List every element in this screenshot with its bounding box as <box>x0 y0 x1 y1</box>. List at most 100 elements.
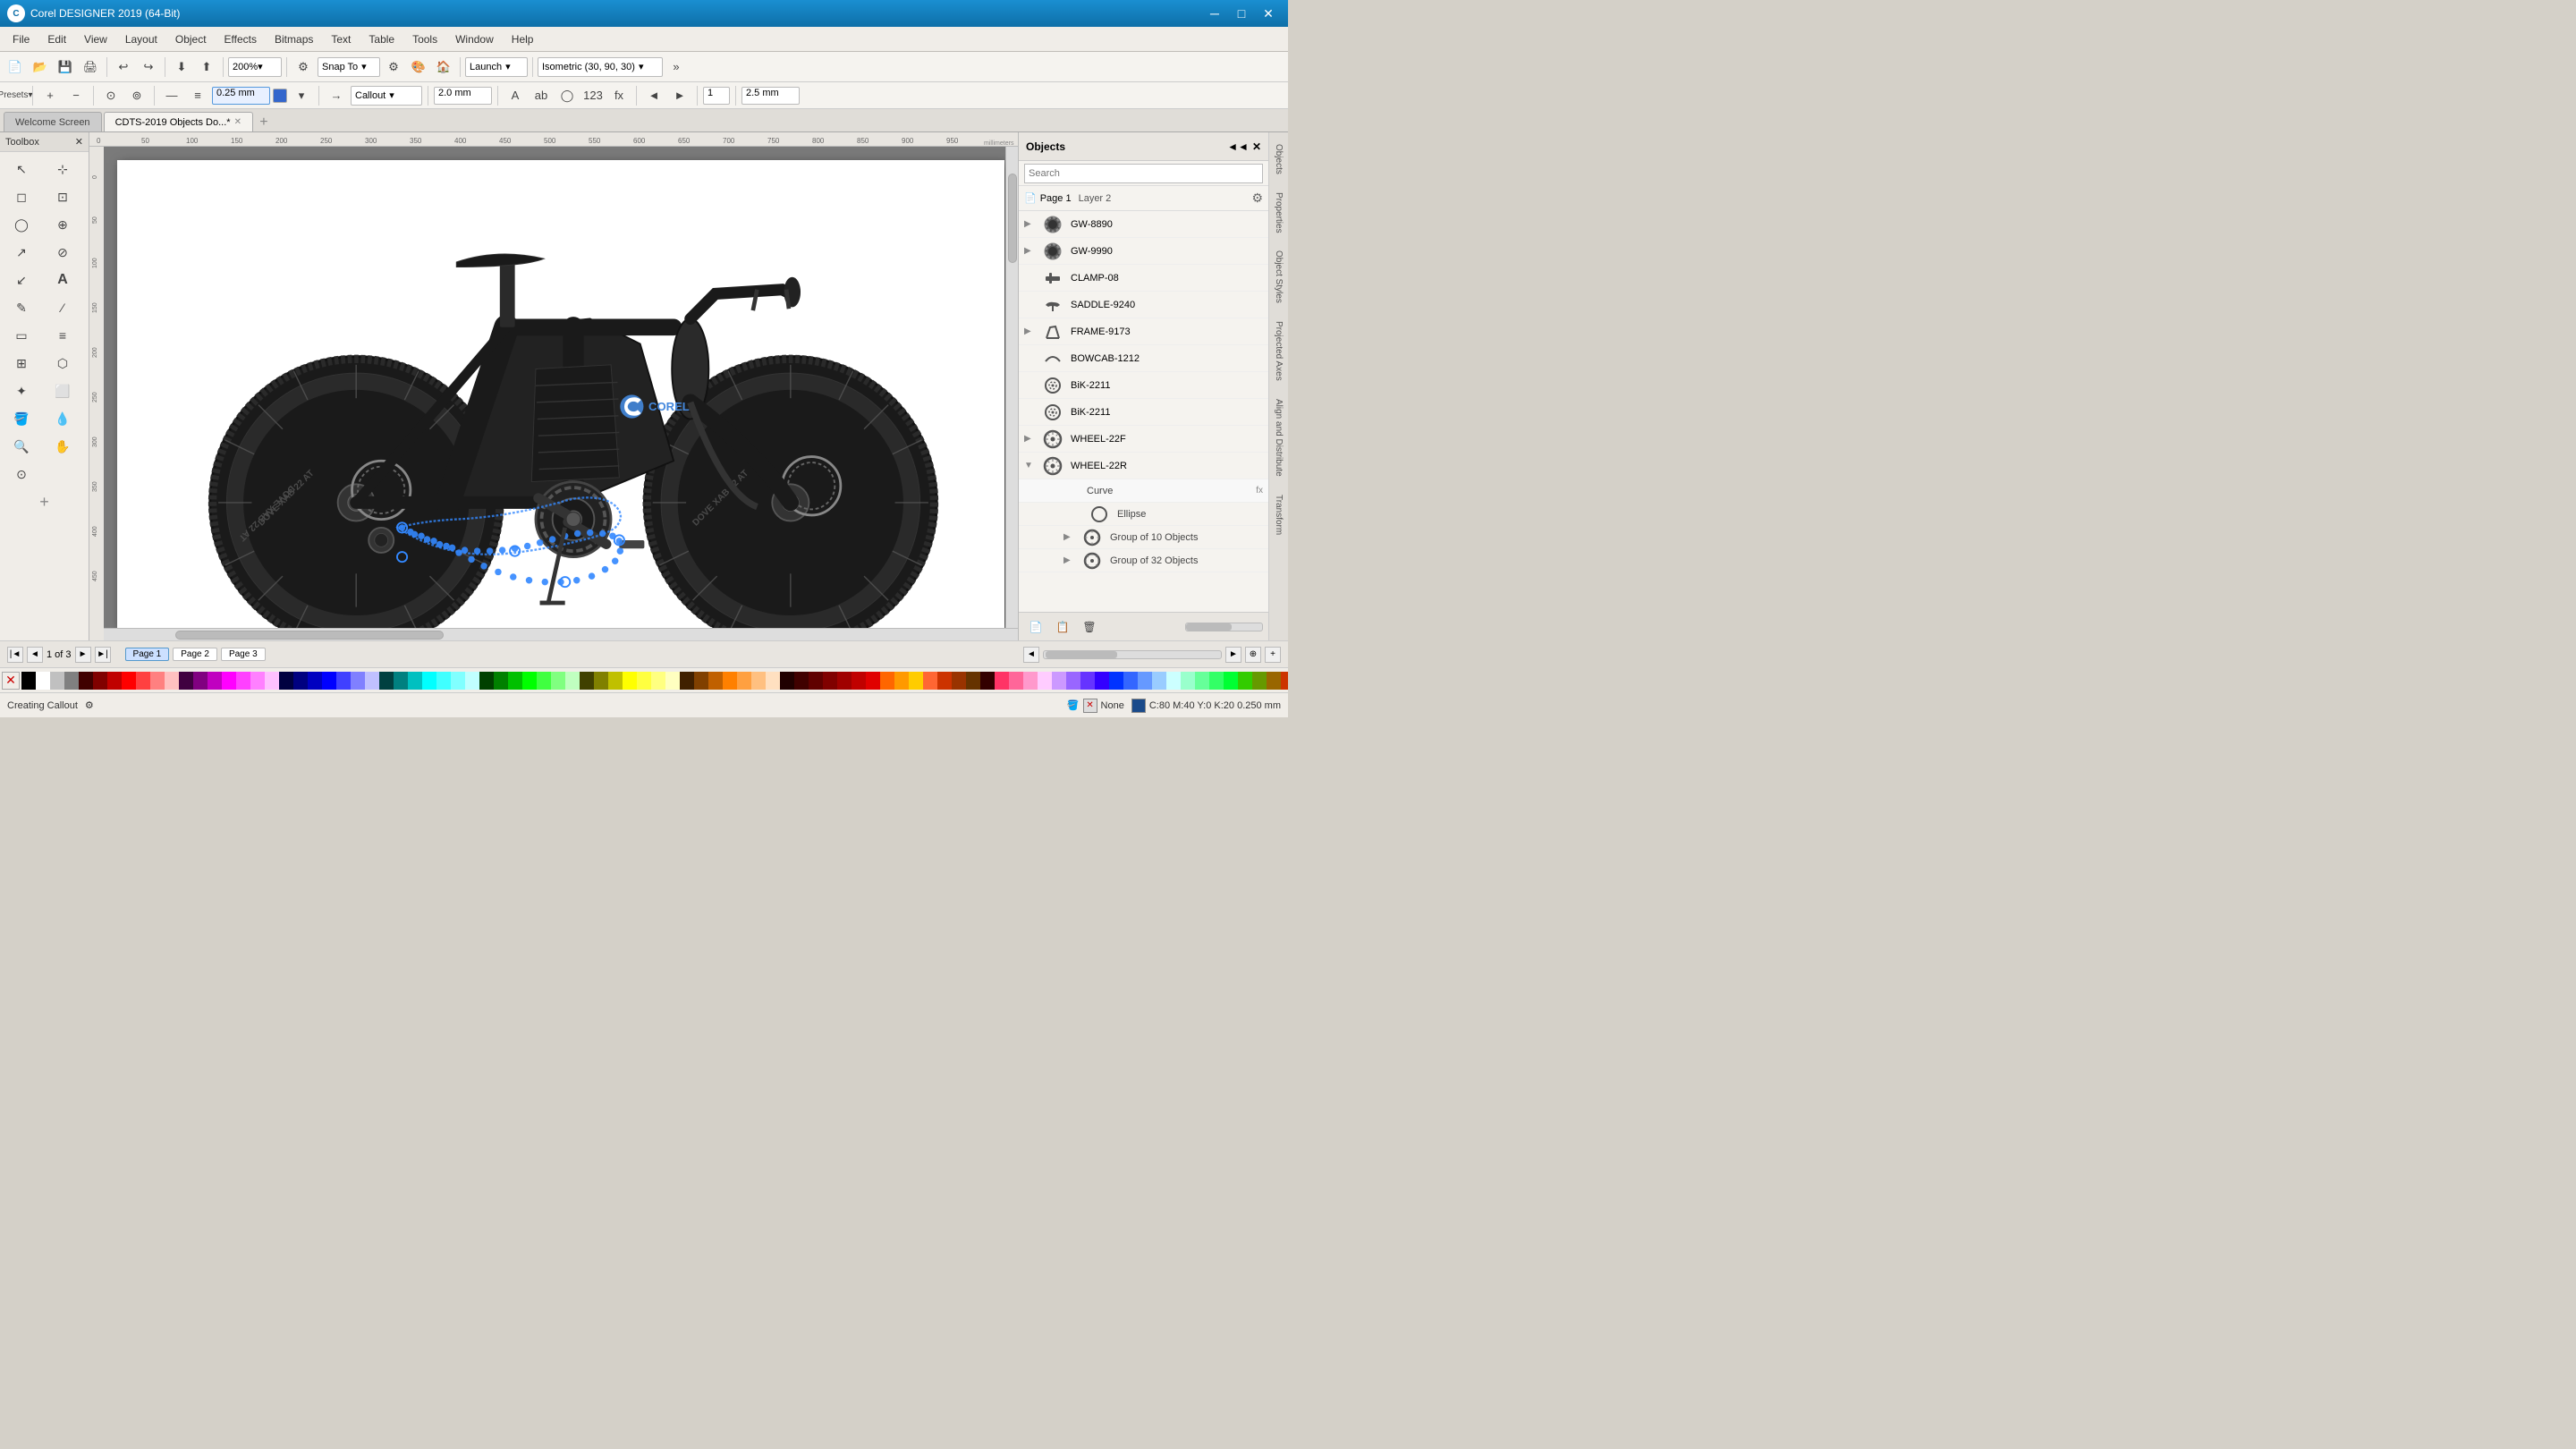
toolbox-add-button[interactable]: + <box>0 491 89 513</box>
obj-item-bowcab[interactable]: BOWCAB-1212 <box>1019 345 1268 372</box>
tab-close-icon[interactable]: ✕ <box>234 117 242 127</box>
palette-color-44[interactable] <box>651 672 665 690</box>
h-scrollbar[interactable] <box>1043 650 1222 659</box>
coord-input[interactable]: 1 <box>703 87 730 105</box>
palette-color-82[interactable] <box>1195 672 1209 690</box>
palette-color-30[interactable] <box>451 672 465 690</box>
add-preset-btn[interactable]: + <box>38 84 62 107</box>
scrollbar-thumb-v[interactable] <box>1008 174 1017 263</box>
palette-color-59[interactable] <box>866 672 880 690</box>
next-page-btn[interactable]: ► <box>75 647 91 663</box>
panel-scrollbar-thumb[interactable] <box>1186 623 1232 631</box>
palette-color-63[interactable] <box>923 672 937 690</box>
palette-color-54[interactable] <box>794 672 809 690</box>
palette-color-32[interactable] <box>479 672 494 690</box>
expand-arrow-wheel22r[interactable]: ▼ <box>1024 461 1035 470</box>
palette-color-27[interactable] <box>408 672 422 690</box>
palette-color-43[interactable] <box>637 672 651 690</box>
sub-item-curve[interactable]: Curve fx <box>1019 479 1268 503</box>
palette-color-62[interactable] <box>909 672 923 690</box>
menu-item-text[interactable]: Text <box>322 30 360 48</box>
right-tab-object-styles[interactable]: Object Styles <box>1270 242 1287 311</box>
palette-color-26[interactable] <box>394 672 408 690</box>
obj-item-clamp08[interactable]: CLAMP-08 <box>1019 265 1268 292</box>
new-button[interactable]: 📄 <box>4 55 27 79</box>
panel-scrollbar-h[interactable] <box>1185 623 1264 631</box>
palette-color-37[interactable] <box>551 672 565 690</box>
palette-color-50[interactable] <box>737 672 751 690</box>
export-button[interactable]: ⬆ <box>195 55 218 79</box>
palette-color-39[interactable] <box>580 672 594 690</box>
rect-tool[interactable]: ◻ <box>4 183 39 210</box>
color-mgmt-button[interactable]: 🎨 <box>407 55 430 79</box>
toolbox-close-icon[interactable]: ✕ <box>75 136 83 148</box>
menu-item-layout[interactable]: Layout <box>116 30 166 48</box>
open-button[interactable]: 📂 <box>29 55 52 79</box>
sub-item-ellipse[interactable]: Ellipse <box>1019 503 1268 526</box>
text-format-btn[interactable]: A <box>504 84 527 107</box>
palette-color-68[interactable] <box>995 672 1009 690</box>
expand-arrow[interactable]: ▶ <box>1024 219 1035 229</box>
palette-color-11[interactable] <box>179 672 193 690</box>
options-button[interactable]: ⚙ <box>382 55 405 79</box>
obj-item-bik1[interactable]: BiK-2211 <box>1019 372 1268 399</box>
palette-color-80[interactable] <box>1166 672 1181 690</box>
scroll-right-btn[interactable]: ► <box>1225 647 1241 663</box>
select-tool[interactable]: ↖ <box>4 156 39 182</box>
scrollbar-thumb-h[interactable] <box>175 631 444 640</box>
palette-color-31[interactable] <box>465 672 479 690</box>
zoom-fit-btn[interactable]: ⊕ <box>1245 647 1261 663</box>
palette-color-19[interactable] <box>293 672 308 690</box>
tab-document[interactable]: CDTS-2019 Objects Do...* ✕ <box>104 112 253 131</box>
palette-color-38[interactable] <box>565 672 580 690</box>
last-page-btn[interactable]: ►| <box>95 647 111 663</box>
minimize-button[interactable]: ─ <box>1202 4 1227 22</box>
launch-dropdown[interactable]: Launch▾ <box>465 57 528 77</box>
menu-item-file[interactable]: File <box>4 30 38 48</box>
del-preset-btn[interactable]: − <box>64 84 88 107</box>
nav-right-btn[interactable]: ► <box>668 84 691 107</box>
palette-color-79[interactable] <box>1152 672 1166 690</box>
menu-item-bitmaps[interactable]: Bitmaps <box>266 30 322 48</box>
palette-color-76[interactable] <box>1109 672 1123 690</box>
node-tool[interactable]: ↗ <box>4 239 39 266</box>
snap-to-dropdown[interactable]: Snap To▾ <box>318 57 380 77</box>
more-options-button[interactable]: » <box>665 55 688 79</box>
print-button[interactable]: 🖨 <box>79 55 102 79</box>
line-width-input[interactable]: 0.25 mm <box>212 87 270 105</box>
gear-settings-icon[interactable]: ⚙ <box>85 699 94 711</box>
line-start-btn[interactable]: — <box>160 84 183 107</box>
palette-color-74[interactable] <box>1080 672 1095 690</box>
menu-item-help[interactable]: Help <box>503 30 543 48</box>
expand-arrow-wheel22f[interactable]: ▶ <box>1024 434 1035 444</box>
palette-color-15[interactable] <box>236 672 250 690</box>
stroke-swatch[interactable] <box>1131 699 1146 713</box>
polygon-tool[interactable]: ⬡ <box>45 350 80 377</box>
obj-item-gw9990[interactable]: ▶ GW-9990 <box>1019 238 1268 265</box>
undo-button[interactable]: ↩ <box>112 55 135 79</box>
smart-tool[interactable]: ⊡ <box>45 183 80 210</box>
palette-color-10[interactable] <box>165 672 179 690</box>
palette-color-16[interactable] <box>250 672 265 690</box>
palette-color-3[interactable] <box>64 672 79 690</box>
transform-tool[interactable]: ⊹ <box>45 156 80 182</box>
tab-welcome[interactable]: Welcome Screen <box>4 112 102 131</box>
canvas-page[interactable]: DOVE XAB 22 AT DOVE XAB 22 AT <box>117 160 1004 628</box>
snap-settings-button[interactable]: ⚙ <box>292 55 315 79</box>
obj-item-wheel22f[interactable]: ▶ WHEEL-22F <box>1019 426 1268 453</box>
palette-color-72[interactable] <box>1052 672 1066 690</box>
size-input[interactable]: 2.5 mm <box>741 87 800 105</box>
menu-item-tools[interactable]: Tools <box>403 30 446 48</box>
palette-color-6[interactable] <box>107 672 122 690</box>
palette-color-42[interactable] <box>623 672 637 690</box>
palette-color-18[interactable] <box>279 672 293 690</box>
palette-color-60[interactable] <box>880 672 894 690</box>
palette-color-67[interactable] <box>980 672 995 690</box>
palette-color-4[interactable] <box>79 672 93 690</box>
crop-tool[interactable]: ⊘ <box>45 239 80 266</box>
star-tool[interactable]: ✦ <box>4 377 39 404</box>
palette-color-48[interactable] <box>708 672 723 690</box>
palette-color-14[interactable] <box>222 672 236 690</box>
obj-item-gw8890[interactable]: ▶ GW-8890 <box>1019 211 1268 238</box>
callout-dropdown[interactable]: Callout▾ <box>351 86 422 106</box>
